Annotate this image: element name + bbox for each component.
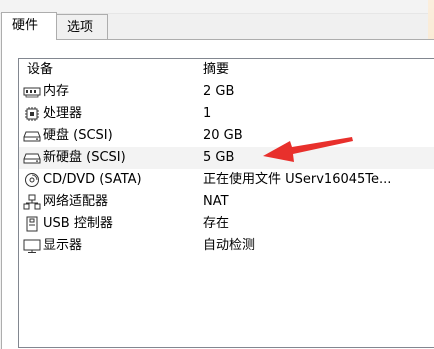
device-row-usb-controller[interactable]: USB 控制器 存在 xyxy=(19,213,434,235)
device-summary: 正在使用文件 UServ16045Te... xyxy=(203,172,392,187)
device-summary: 1 xyxy=(203,106,212,121)
device-name: USB 控制器 xyxy=(43,216,113,231)
device-row-new-hard-disk[interactable]: 新硬盘 (SCSI) 5 GB xyxy=(19,147,434,169)
device-name: 网络适配器 xyxy=(43,194,109,209)
device-summary: 自动检测 xyxy=(203,238,256,253)
device-summary: 2 GB xyxy=(203,84,235,99)
hard-disk-icon xyxy=(23,150,41,166)
usb-icon xyxy=(23,216,41,232)
device-row-cd-dvd[interactable]: CD/DVD (SATA) 正在使用文件 UServ16045Te... xyxy=(19,169,434,191)
display-icon xyxy=(23,238,41,254)
device-name: 硬盘 (SCSI) xyxy=(43,128,113,143)
device-row-processor[interactable]: 处理器 1 xyxy=(19,103,434,125)
device-name: 内存 xyxy=(43,84,70,99)
memory-icon xyxy=(23,84,41,100)
window-top-edge xyxy=(0,0,434,14)
device-name: CD/DVD (SATA) xyxy=(43,172,142,187)
cd-dvd-icon xyxy=(23,172,41,188)
column-header-device[interactable]: 设备 xyxy=(27,59,53,81)
network-adapter-icon xyxy=(23,194,41,210)
device-row-network-adapter[interactable]: 网络适配器 NAT xyxy=(19,191,434,213)
hardware-settings-panel: 硬件 选项 设备 摘要 内存 2 GB 处理器 1 硬盘 (SCSI) 20 G… xyxy=(0,0,434,349)
device-row-hard-disk[interactable]: 硬盘 (SCSI) 20 GB xyxy=(19,125,434,147)
processor-icon xyxy=(23,106,41,122)
tab-hardware[interactable]: 硬件 xyxy=(1,12,57,40)
device-row-memory[interactable]: 内存 2 GB xyxy=(19,81,434,103)
device-summary: 5 GB xyxy=(203,150,235,165)
list-header: 设备 摘要 xyxy=(19,59,434,81)
column-header-summary[interactable]: 摘要 xyxy=(203,59,229,81)
device-name: 处理器 xyxy=(43,106,83,121)
device-summary: 存在 xyxy=(203,216,230,231)
tab-options[interactable]: 选项 xyxy=(56,14,108,39)
device-summary: 20 GB xyxy=(203,128,243,143)
device-list[interactable]: 设备 摘要 内存 2 GB 处理器 1 硬盘 (SCSI) 20 GB 新硬盘 … xyxy=(18,58,434,348)
device-summary: NAT xyxy=(203,194,229,209)
device-name: 新硬盘 (SCSI) xyxy=(43,150,126,165)
hard-disk-icon xyxy=(23,128,41,144)
device-row-display[interactable]: 显示器 自动检测 xyxy=(19,235,434,257)
device-name: 显示器 xyxy=(43,238,83,253)
